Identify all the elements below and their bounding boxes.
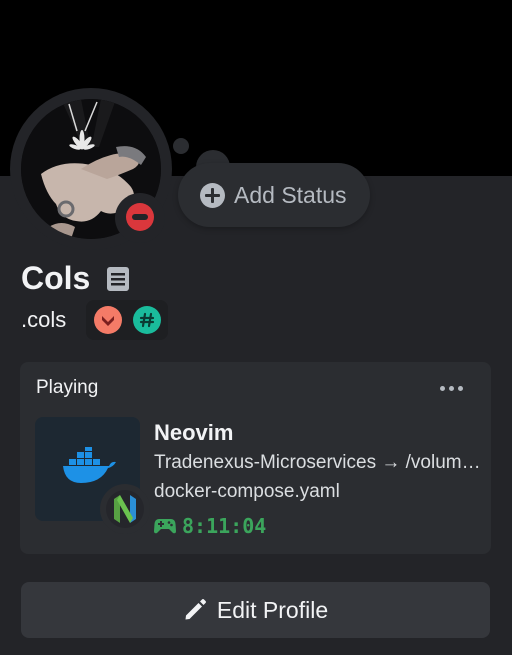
edit-profile-label: Edit Profile (216, 596, 329, 623)
activity-card: Playing Neovim Tradenexus-Microservices … (20, 362, 491, 554)
hashtag-badge-icon[interactable] (133, 306, 161, 334)
do-not-disturb-icon (126, 203, 154, 231)
note-icon[interactable] (106, 266, 130, 292)
hypesquad-badge-icon[interactable] (94, 306, 122, 334)
activity-state: docker-compose.yaml (154, 481, 340, 502)
neovim-icon (106, 490, 144, 528)
plus-circle-icon (200, 182, 225, 208)
activity-heading: Playing (36, 377, 99, 398)
activity-title: Neovim (154, 420, 234, 445)
add-status-label: Add Status (234, 181, 347, 208)
username: .cols (21, 307, 67, 332)
pencil-icon (185, 599, 206, 620)
elapsed-time: 8:11:04 (154, 514, 266, 538)
thought-bubble-dot (173, 138, 189, 154)
badge-list (86, 300, 168, 340)
elapsed-time-text: 8:11:04 (182, 514, 267, 538)
more-options-icon[interactable] (440, 386, 463, 391)
display-name: Cols (21, 260, 91, 296)
edit-profile-button[interactable]: Edit Profile (21, 582, 490, 638)
activity-details: Tradenexus-Microservices → /volumes/dock… (154, 452, 484, 473)
docker-icon (63, 447, 116, 483)
gamepad-icon (154, 519, 176, 534)
add-status-button[interactable]: Add Status (178, 163, 370, 227)
